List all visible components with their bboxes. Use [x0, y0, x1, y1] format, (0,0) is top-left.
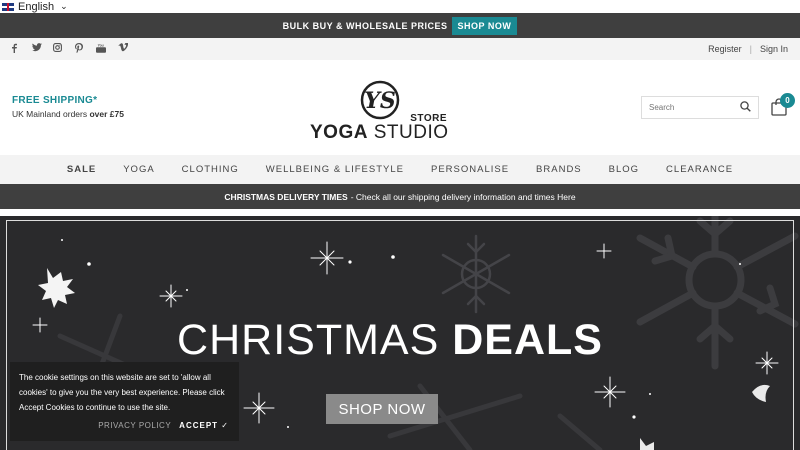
- cookie-text: The cookie settings on this website are …: [19, 373, 225, 412]
- youtube-icon[interactable]: You: [96, 43, 118, 56]
- nav-item-yoga[interactable]: YOGA: [123, 164, 154, 175]
- nav-item-clothing[interactable]: CLOTHING: [182, 164, 239, 175]
- nav-item-clearance[interactable]: CLEARANCE: [666, 164, 733, 175]
- hero-shop-now-button[interactable]: SHOP NOW: [326, 394, 438, 424]
- vimeo-icon[interactable]: [118, 41, 140, 56]
- accept-cookies-button[interactable]: ACCEPT ✓: [179, 418, 229, 433]
- promo-shop-now-button[interactable]: SHOP NOW: [451, 16, 518, 35]
- site-logo[interactable]: YS STORE YOGA STUDIO: [308, 78, 453, 143]
- chevron-down-icon: ⌄: [60, 1, 68, 11]
- facebook-icon[interactable]: [10, 43, 32, 56]
- language-selector[interactable]: English ⌄: [0, 0, 800, 13]
- privacy-policy-link[interactable]: PRIVACY POLICY: [98, 418, 171, 433]
- nav-item-wellbeing[interactable]: WELLBEING & LIFESTYLE: [266, 164, 404, 175]
- logo-monogram: YS: [364, 88, 396, 114]
- free-shipping-line: UK Mainland orders over £75: [12, 109, 124, 119]
- social-bar: You Register | Sign In: [0, 38, 800, 60]
- delivery-text: - Check all our shipping delivery inform…: [350, 191, 576, 202]
- free-shipping-info: FREE SHIPPING* UK Mainland orders over £…: [12, 95, 124, 119]
- search-icon[interactable]: [740, 100, 751, 115]
- delivery-title: CHRISTMAS DELIVERY TIMES: [224, 191, 348, 202]
- hero-title: CHRISTMAS DEALS: [177, 316, 603, 364]
- header: FREE SHIPPING* UK Mainland orders over £…: [0, 60, 800, 155]
- cookie-banner: The cookie settings on this website are …: [10, 362, 239, 441]
- social-icons: You: [10, 41, 140, 56]
- account-links: Register | Sign In: [708, 44, 788, 54]
- register-link[interactable]: Register: [708, 44, 742, 54]
- nav-item-blog[interactable]: BLOG: [609, 164, 639, 175]
- twitter-icon[interactable]: [31, 42, 54, 56]
- logo-name: YOGA STUDIO: [310, 122, 449, 140]
- instagram-icon[interactable]: [53, 42, 75, 56]
- nav-item-brands[interactable]: BRANDS: [536, 164, 582, 175]
- cookie-actions: PRIVACY POLICY ACCEPT ✓: [98, 418, 229, 433]
- cart-count-badge: 0: [780, 93, 795, 108]
- sign-in-link[interactable]: Sign In: [760, 44, 788, 54]
- svg-text:You: You: [98, 43, 104, 47]
- nav-item-personalise[interactable]: PERSONALISE: [431, 164, 509, 175]
- language-label: English: [18, 0, 55, 13]
- nav-item-sale[interactable]: SALE: [67, 164, 96, 175]
- promo-bar: BULK BUY & WHOLESALE PRICES SHOP NOW: [0, 13, 800, 38]
- search-box: [641, 96, 759, 119]
- pinterest-icon[interactable]: [74, 42, 97, 56]
- search-input[interactable]: [649, 103, 735, 112]
- promo-text: BULK BUY & WHOLESALE PRICES: [282, 20, 448, 31]
- free-shipping-title: FREE SHIPPING*: [12, 95, 98, 106]
- uk-flag-icon: [2, 2, 14, 11]
- delivery-bar[interactable]: CHRISTMAS DELIVERY TIMES - Check all our…: [0, 184, 800, 209]
- main-nav: SALE YOGA CLOTHING WELLBEING & LIFESTYLE…: [0, 155, 800, 184]
- separator: |: [749, 44, 752, 54]
